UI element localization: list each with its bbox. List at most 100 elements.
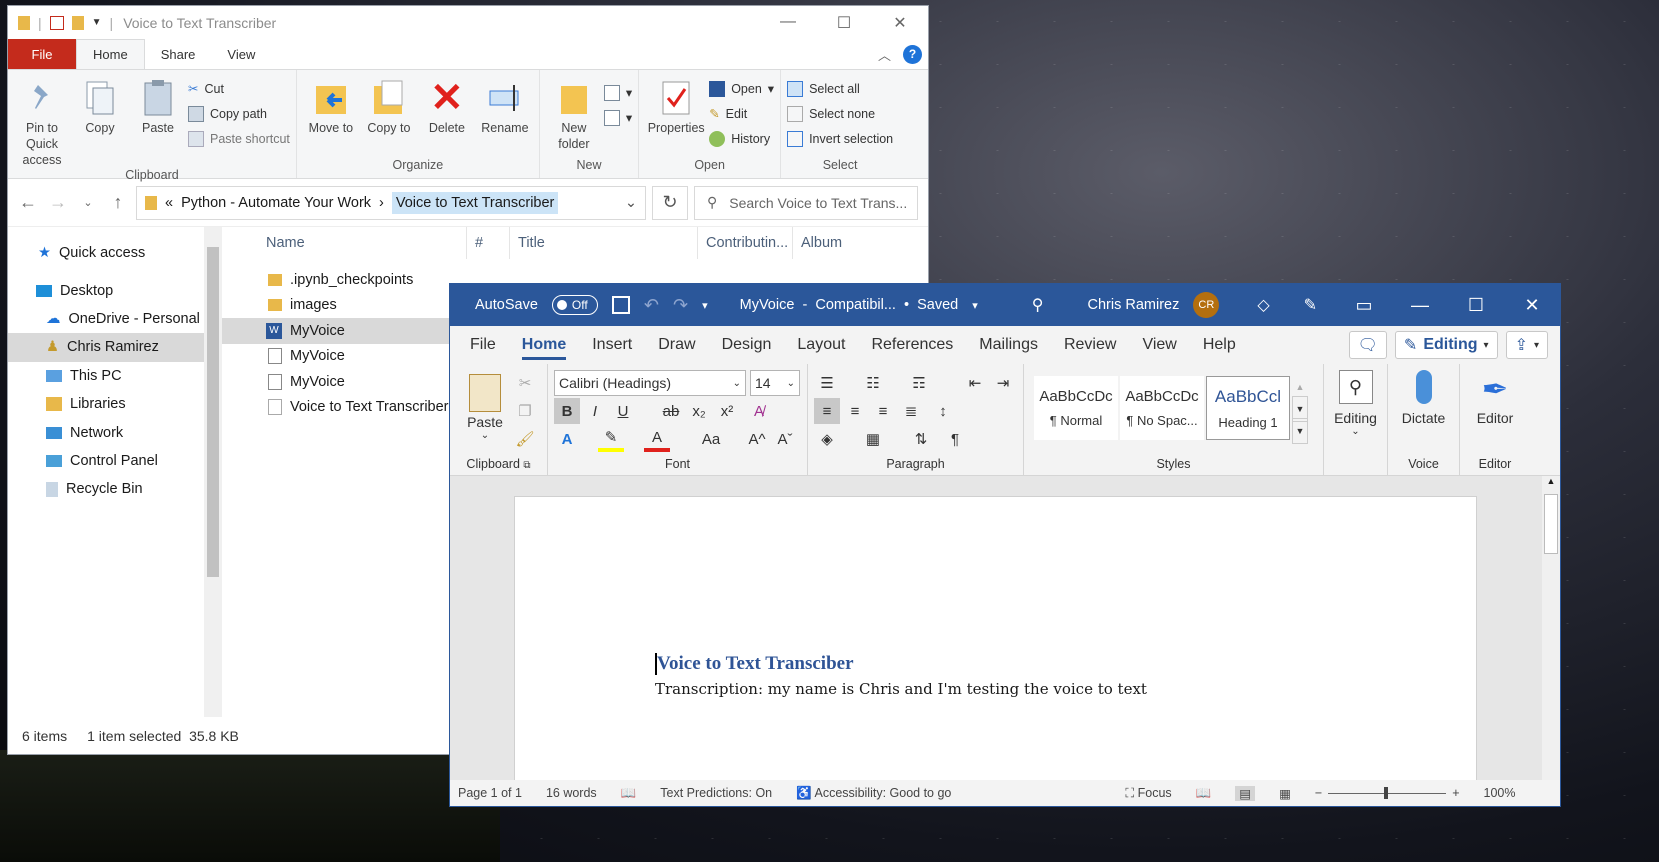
numbering-icon[interactable]: ☷ <box>860 370 886 396</box>
paste-button[interactable]: Paste <box>130 74 186 168</box>
breadcrumb-current[interactable]: Voice to Text Transcriber <box>391 191 559 214</box>
cut-icon[interactable]: ✂ <box>512 370 538 396</box>
user-name[interactable]: Chris Ramirez <box>1088 297 1180 313</box>
scroll-up-icon[interactable]: ▲ <box>1542 476 1560 492</box>
superscript-button[interactable]: x² <box>714 398 740 424</box>
tab-insert[interactable]: Insert <box>592 336 632 354</box>
grow-font-icon[interactable]: A^ <box>744 426 770 452</box>
underline-button[interactable]: U <box>610 398 636 424</box>
copy-button[interactable]: Copy <box>72 74 128 168</box>
print-layout-icon[interactable]: ▤ <box>1235 785 1256 801</box>
breadcrumb-parent[interactable]: Python - Automate Your Work <box>181 195 371 211</box>
autosave-toggle[interactable]: Off <box>551 295 598 315</box>
text-predictions[interactable]: Text Predictions: On <box>660 786 772 800</box>
minimize-button[interactable]: — <box>1392 295 1448 316</box>
align-center-icon[interactable]: ≡ <box>842 398 868 424</box>
column-title[interactable]: Title <box>510 227 698 259</box>
avatar[interactable]: CR <box>1193 292 1220 318</box>
format-painter-icon[interactable]: 🖌 <box>512 426 538 452</box>
select-none-button[interactable]: Select none <box>787 101 893 126</box>
increase-indent-icon[interactable]: ⇥ <box>990 370 1016 396</box>
nav-control-panel[interactable]: Control Panel <box>8 447 222 475</box>
dictate-button[interactable]: Dictate <box>1394 370 1453 457</box>
redo-icon[interactable]: ↷ <box>673 295 688 316</box>
chevron-down-icon[interactable]: ▾ <box>972 299 978 312</box>
editing-mode-button[interactable]: ✎ Editing ▾ <box>1394 331 1498 359</box>
copy-icon[interactable]: ❐ <box>512 398 538 424</box>
highlight-icon[interactable]: ✎ <box>598 426 624 452</box>
borders-icon[interactable]: ▦ <box>860 426 886 452</box>
breadcrumb-overflow-icon[interactable]: « <box>165 195 173 211</box>
change-case-icon[interactable]: Aa <box>694 426 728 452</box>
nav-network[interactable]: Network <box>8 418 222 446</box>
diamond-icon[interactable]: ◇ <box>1257 295 1269 315</box>
recent-locations-icon[interactable]: ⌄ <box>76 196 100 209</box>
tab-review[interactable]: Review <box>1064 336 1116 354</box>
shrink-font-icon[interactable]: Aˇ <box>772 426 798 452</box>
paste-shortcut-button[interactable]: Paste shortcut <box>188 126 290 151</box>
edit-button[interactable]: ✎ Edit <box>709 101 774 126</box>
easy-access-button[interactable]: ▾ <box>603 105 632 130</box>
address-bar[interactable]: « Python - Automate Your Work › Voice to… <box>136 185 646 220</box>
history-button[interactable]: History <box>709 126 774 151</box>
tab-home[interactable]: Home <box>76 39 145 69</box>
pen-icon[interactable]: ✎ <box>1304 295 1317 315</box>
align-right-icon[interactable]: ≡ <box>870 398 896 424</box>
refresh-button[interactable]: ↻ <box>652 185 688 220</box>
column-number[interactable]: # <box>467 227 510 259</box>
copy-path-button[interactable]: Copy path <box>188 101 290 126</box>
customize-qat-icon[interactable]: ▾ <box>702 299 708 312</box>
document-page[interactable]: Voice to Text Transciber Transcription: … <box>514 496 1477 796</box>
strikethrough-button[interactable]: ab <box>658 398 684 424</box>
close-button[interactable]: ✕ <box>1504 295 1560 316</box>
close-button[interactable]: ✕ <box>872 13 928 33</box>
column-album[interactable]: Album <box>793 227 842 259</box>
maximize-button[interactable]: ☐ <box>1448 295 1504 316</box>
save-icon[interactable] <box>611 296 630 314</box>
focus-button[interactable]: ⛶ Focus <box>1125 786 1171 801</box>
document-body-text[interactable]: Transcription: my name is Chris and I'm … <box>655 680 1147 698</box>
justify-icon[interactable]: ≣ <box>898 398 924 424</box>
copy-to-button[interactable]: Copy to <box>361 74 417 158</box>
web-layout-icon[interactable]: ▦ <box>1279 786 1291 801</box>
style-no-spacing[interactable]: AaBbCcDc ¶ No Spac... <box>1120 376 1204 440</box>
pin-to-quick-access-button[interactable]: Pin to Quick access <box>14 74 70 168</box>
multilevel-list-icon[interactable]: ☶ <box>906 370 932 396</box>
sort-icon[interactable]: ⇅ <box>908 426 934 452</box>
font-name-select[interactable]: Calibri (Headings) ⌄ <box>554 370 746 396</box>
tab-layout[interactable]: Layout <box>797 336 845 354</box>
column-name[interactable]: Name <box>222 227 467 259</box>
styles-more-icon[interactable]: ▼ <box>1292 418 1308 444</box>
font-size-select[interactable]: 14 ⌄ <box>750 370 800 396</box>
nav-onedrive[interactable]: ☁ OneDrive - Personal <box>8 305 222 333</box>
up-arrow-icon[interactable]: ↑ <box>106 192 130 213</box>
maximize-button[interactable]: ☐ <box>816 13 872 33</box>
document-scrollbar[interactable]: ▲ <box>1542 476 1560 782</box>
pilcrow-icon[interactable]: ¶ <box>942 426 968 452</box>
tab-draw[interactable]: Draw <box>658 336 695 354</box>
read-mode-icon[interactable]: 📖 <box>1196 786 1212 801</box>
search-box[interactable]: ⚲ Search Voice to Text Trans... <box>694 185 918 220</box>
accessibility-status[interactable]: ♿ Accessibility: Good to go <box>796 786 951 801</box>
scrollbar-thumb[interactable] <box>207 247 219 577</box>
proofing-icon[interactable]: 📖 <box>621 786 637 801</box>
tab-share[interactable]: Share <box>145 39 212 69</box>
bullets-icon[interactable]: ☰ <box>814 370 840 396</box>
forward-arrow-icon[interactable]: → <box>46 192 70 213</box>
scrollbar-thumb[interactable] <box>1544 494 1558 554</box>
tab-mailings[interactable]: Mailings <box>979 336 1038 354</box>
share-button[interactable]: ⇪ ▾ <box>1505 331 1548 359</box>
zoom-slider[interactable]: − + <box>1315 786 1460 800</box>
nav-this-pc[interactable]: This PC <box>8 362 222 390</box>
properties-quick-icon[interactable] <box>49 15 64 30</box>
tab-view[interactable]: View <box>1142 336 1176 354</box>
properties-button[interactable]: Properties <box>645 74 707 158</box>
zoom-level[interactable]: 100% <box>1484 786 1516 800</box>
font-color-icon[interactable]: A <box>644 426 670 452</box>
editor-button[interactable]: ✒ Editor <box>1466 370 1524 457</box>
nav-scrollbar[interactable] <box>204 227 222 717</box>
open-button[interactable]: Open ▾ <box>709 76 774 101</box>
invert-selection-button[interactable]: Invert selection <box>787 126 893 151</box>
nav-desktop[interactable]: Desktop <box>8 276 222 304</box>
style-heading-1[interactable]: AaBbCcl Heading 1 <box>1206 376 1290 440</box>
